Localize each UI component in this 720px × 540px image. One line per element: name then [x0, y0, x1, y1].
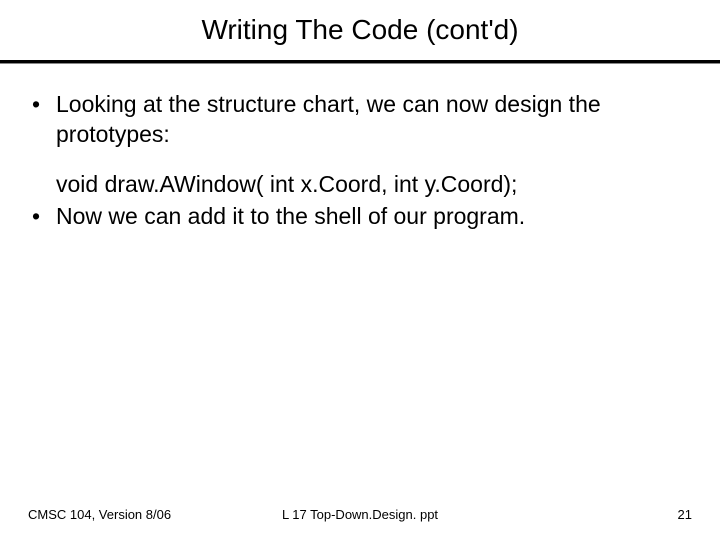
bullet-item: • Looking at the structure chart, we can…: [28, 90, 692, 150]
bullet-mark: •: [28, 90, 56, 150]
bullet-text: Now we can add it to the shell of our pr…: [56, 202, 692, 232]
slide-footer: CMSC 104, Version 8/06 L 17 Top-Down.Des…: [0, 507, 720, 522]
footer-left: CMSC 104, Version 8/06: [28, 507, 171, 522]
bullet-text: Looking at the structure chart, we can n…: [56, 90, 692, 150]
footer-center: L 17 Top-Down.Design. ppt: [282, 507, 438, 522]
bullet-mark: •: [28, 202, 56, 232]
bullet-item: • Now we can add it to the shell of our …: [28, 202, 692, 232]
slide: Writing The Code (cont'd) • Looking at t…: [0, 0, 720, 540]
code-line: void draw.AWindow( int x.Coord, int y.Co…: [56, 170, 692, 200]
footer-right: 21: [678, 507, 692, 522]
slide-title: Writing The Code (cont'd): [0, 0, 720, 56]
slide-content: • Looking at the structure chart, we can…: [0, 64, 720, 232]
